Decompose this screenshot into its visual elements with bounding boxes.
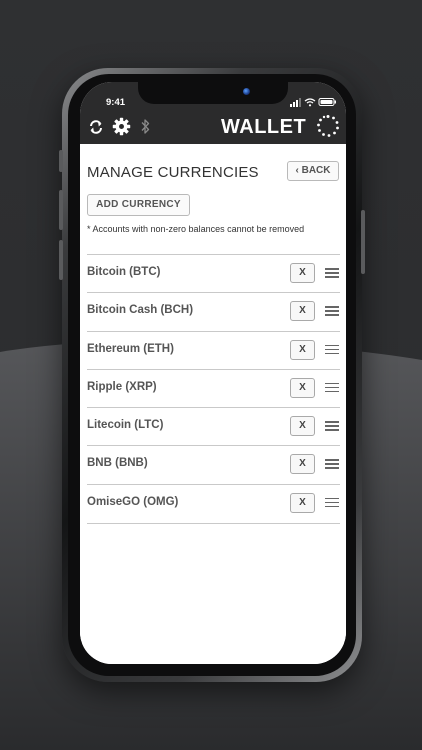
gear-icon[interactable] [112,117,131,136]
remove-button[interactable]: X [290,263,315,283]
drag-handle-icon[interactable] [325,268,339,278]
list-item: BNB (BNB) X [87,445,340,483]
remove-button[interactable]: X [290,454,315,475]
currency-label: Litecoin (LTC) [87,419,164,432]
drag-handle-icon[interactable] [325,459,339,469]
app-header: 9:41 WALLET [80,82,346,144]
back-button[interactable]: ‹ BACK [287,161,339,181]
main-content: MANAGE CURRENCIES ‹ BACK ADD CURRENCY * … [80,144,346,664]
remove-button[interactable]: X [290,492,315,513]
volume-down-button [59,240,63,280]
app-title: WALLET [221,116,307,138]
add-currency-button[interactable]: ADD CURRENCY [87,194,190,216]
currency-label: Ripple (XRP) [87,380,157,393]
drag-handle-icon[interactable] [325,382,339,393]
balance-note: * Accounts with non-zero balances cannot… [87,224,305,234]
list-item: Bitcoin (BTC) X [87,254,340,292]
drag-handle-icon[interactable] [325,344,339,355]
phone-screen: 9:41 WALLET MANAGE CURRENCIES ‹ BACK ADD… [80,82,346,664]
currency-list: Bitcoin (BTC) X Bitcoin Cash (BCH) X Eth… [87,254,340,524]
mute-switch [59,150,63,172]
camera-icon [243,88,250,95]
list-item: Ripple (XRP) X [87,368,340,407]
list-item: Ethereum (ETH) X [87,330,340,369]
power-button [361,210,365,274]
drag-handle-icon[interactable] [325,421,339,431]
list-item: Bitcoin Cash (BCH) X [87,292,340,330]
remove-button[interactable]: X [290,416,315,437]
status-time: 9:41 [106,97,126,108]
currency-label: Bitcoin Cash (BCH) [87,304,194,317]
drag-handle-icon[interactable] [325,306,339,316]
remove-button[interactable]: X [290,339,315,360]
remove-button[interactable]: X [290,301,315,322]
remove-button[interactable]: X [290,377,315,398]
notch [138,82,288,104]
currency-label: Bitcoin (BTC) [87,266,161,278]
currency-label: BNB (BNB) [87,457,148,470]
currency-label: OmiseGO (OMG) [87,495,179,508]
status-icons [290,98,336,107]
wallet-logo-icon [317,115,339,137]
list-item: Litecoin (LTC) X [87,407,340,445]
refresh-icon[interactable] [88,119,104,135]
bluetooth-icon[interactable] [140,118,151,135]
list-item: OmiseGO (OMG) X [87,483,340,524]
drag-handle-icon[interactable] [325,497,339,508]
volume-up-button [59,190,63,230]
currency-label: Ethereum (ETH) [87,342,174,355]
page-title: MANAGE CURRENCIES [87,164,259,181]
